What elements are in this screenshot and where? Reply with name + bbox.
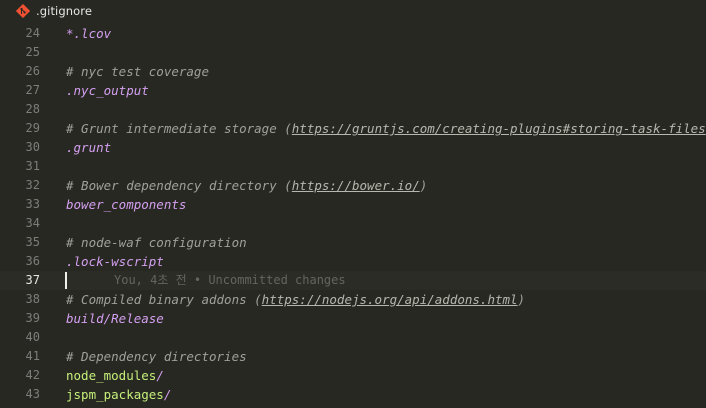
- code-token: # Grunt intermediate storage (: [66, 121, 292, 136]
- code-line[interactable]: 26 # nyc test coverage: [0, 62, 706, 81]
- line-content: .lock-wscript: [66, 252, 164, 271]
- line-content: .grunt: [66, 138, 111, 157]
- code-line[interactable]: 41 # Dependency directories: [0, 347, 706, 366]
- line-content: .nyc_output: [66, 81, 149, 100]
- line-content: *.lcov: [66, 24, 111, 43]
- code-token: node_modules: [66, 368, 157, 383]
- code-token: ): [517, 292, 526, 307]
- code-token: # Dependency directories: [66, 349, 247, 364]
- line-content: bower_components: [66, 195, 186, 214]
- line-number: 32: [25, 178, 40, 192]
- code-token: .grunt: [66, 140, 112, 155]
- code-editor[interactable]: 24 *.lcov 25 26 # nyc test coverage 27 .nyc_ou…: [0, 24, 706, 408]
- file-tab-label: .gitignore: [36, 4, 93, 18]
- code-token: *.lcov: [66, 26, 112, 41]
- code-line[interactable]: 36 .lock-wscript: [0, 252, 706, 271]
- code-token: # Bower dependency directory (: [66, 178, 292, 193]
- line-number: 43: [25, 387, 40, 401]
- code-token: /: [163, 387, 172, 402]
- code-token: build/Release: [66, 311, 164, 326]
- line-number: 37: [25, 273, 40, 287]
- url-link[interactable]: https://gruntjs.com/creating-plugins#sto…: [292, 121, 706, 136]
- line-content: jspm_packages/: [66, 385, 171, 404]
- line-number: 33: [25, 197, 40, 211]
- line-number: 35: [25, 235, 40, 249]
- code-line[interactable]: 37 You, 4초 전 • Uncommitted changes: [0, 271, 706, 290]
- code-line[interactable]: 33 bower_components: [0, 195, 706, 214]
- active-line-highlight: [0, 271, 706, 290]
- code-line[interactable]: 25: [0, 43, 706, 62]
- code-token: jspm_packages: [66, 387, 164, 402]
- line-content: # Dependency directories: [66, 347, 247, 366]
- code-token: bower_components: [66, 197, 187, 212]
- code-line[interactable]: 30 .grunt: [0, 138, 706, 157]
- url-link[interactable]: https://nodejs.org/api/addons.html: [262, 292, 518, 307]
- line-content: build/Release: [66, 309, 164, 328]
- line-number: 36: [25, 254, 40, 268]
- code-line[interactable]: 27 .nyc_output: [0, 81, 706, 100]
- code-line[interactable]: 32 # Bower dependency directory (https://…: [0, 176, 706, 195]
- line-number: 25: [25, 45, 40, 59]
- line-content: # Compiled binary addons (https://nodejs…: [66, 290, 525, 309]
- code-token: .lock-wscript: [66, 254, 164, 269]
- code-line[interactable]: 28: [0, 100, 706, 119]
- code-line[interactable]: 40: [0, 328, 706, 347]
- code-token: # nyc test coverage: [66, 64, 209, 79]
- line-number: 41: [25, 349, 40, 363]
- line-number: 31: [25, 159, 40, 173]
- code-line[interactable]: 35 # node-waf configuration: [0, 233, 706, 252]
- code-line[interactable]: 29 # Grunt intermediate storage (https://…: [0, 119, 706, 138]
- code-line[interactable]: 42 node_modules/: [0, 366, 706, 385]
- file-tab[interactable]: .gitignore: [0, 0, 92, 22]
- code-line[interactable]: 34: [0, 214, 706, 233]
- code-line[interactable]: 38 # Compiled binary addons (https://node…: [0, 290, 706, 309]
- code-line[interactable]: 31: [0, 157, 706, 176]
- line-content: # node-waf configuration: [66, 233, 247, 252]
- line-number: 26: [25, 64, 40, 78]
- line-number: 38: [25, 292, 40, 306]
- code-token: ): [419, 178, 428, 193]
- text-cursor: [65, 272, 67, 289]
- line-number: 30: [25, 140, 40, 154]
- url-link[interactable]: https://bower.io/: [292, 178, 420, 193]
- code-token: /: [156, 368, 164, 383]
- line-number: 40: [25, 330, 40, 344]
- line-content: # Grunt intermediate storage (https://gr…: [66, 119, 706, 138]
- git-blame-annotation: You, 4초 전 • Uncommitted changes: [114, 273, 346, 287]
- code-token: .nyc_output: [66, 83, 149, 98]
- line-number: 24: [25, 26, 40, 40]
- tab-bar: .gitignore: [0, 0, 706, 22]
- line-number: 34: [25, 216, 40, 230]
- line-number: 42: [25, 368, 40, 382]
- line-number: 27: [25, 83, 40, 97]
- code-token: # node-waf configuration: [66, 235, 247, 250]
- code-token: # Compiled binary addons (: [66, 292, 262, 307]
- line-number: 39: [25, 311, 40, 325]
- code-line[interactable]: 39 build/Release: [0, 309, 706, 328]
- line-content: # nyc test coverage: [66, 62, 209, 81]
- line-content: # Bower dependency directory (https://bo…: [66, 176, 427, 195]
- git-icon: [16, 4, 30, 18]
- line-content: node_modules/: [66, 366, 164, 385]
- code-line[interactable]: 24 *.lcov: [0, 24, 706, 43]
- code-line[interactable]: 43 jspm_packages/: [0, 385, 706, 404]
- line-number: 29: [25, 121, 40, 135]
- line-number: 28: [25, 102, 40, 116]
